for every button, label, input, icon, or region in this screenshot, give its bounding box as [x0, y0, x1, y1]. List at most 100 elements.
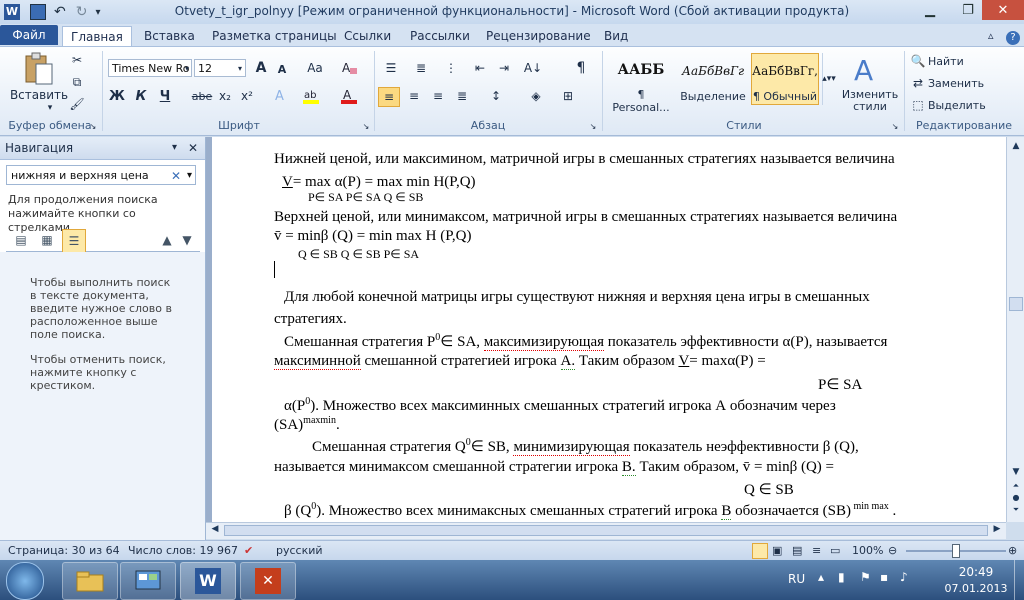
- increase-indent-icon[interactable]: ⇥: [494, 59, 514, 77]
- paragraph-launcher-icon[interactable]: ↘: [588, 121, 598, 131]
- help-icon[interactable]: ?: [998, 26, 1024, 46]
- styles-scroll-icon[interactable]: ▴▾▾: [822, 53, 836, 105]
- tray-expand-icon[interactable]: ▴: [818, 570, 824, 584]
- powerpoint-taskbar-icon[interactable]: ✕: [240, 562, 296, 600]
- align-left-icon[interactable]: ≡: [378, 87, 400, 107]
- font-color-icon[interactable]: A: [338, 87, 360, 105]
- full-screen-view-icon[interactable]: ▣: [772, 544, 782, 557]
- find-icon[interactable]: 🔍: [910, 53, 926, 69]
- clear-formatting-icon[interactable]: A: [340, 59, 360, 77]
- change-styles-button[interactable]: Изменить стили: [840, 87, 900, 115]
- volume-icon[interactable]: ♪: [900, 570, 908, 584]
- language-indicator[interactable]: русский: [276, 544, 323, 557]
- replace-icon[interactable]: ⇄: [910, 75, 926, 91]
- scroll-left-icon[interactable]: ◀: [208, 524, 222, 538]
- sort-icon[interactable]: A↓: [522, 59, 544, 77]
- explorer-taskbar-icon[interactable]: [62, 562, 118, 600]
- font-launcher-icon[interactable]: ↘: [361, 121, 371, 131]
- style-normal[interactable]: АаБбВвГг, ¶ Обычный: [751, 53, 819, 105]
- justify-icon[interactable]: ≣: [452, 87, 472, 105]
- align-center-icon[interactable]: ≡: [404, 87, 424, 105]
- shrink-font-icon[interactable]: A: [274, 61, 290, 77]
- tab-review[interactable]: Рецензирование: [478, 26, 599, 46]
- text-effects-icon[interactable]: A: [272, 87, 292, 105]
- show-desktop-button[interactable]: [1014, 560, 1024, 600]
- print-layout-view-icon[interactable]: [752, 543, 768, 559]
- numbering-icon[interactable]: ≣: [410, 59, 432, 77]
- hscroll-thumb[interactable]: [224, 525, 988, 536]
- horizontal-scrollbar[interactable]: ◀ ▶: [206, 522, 1006, 539]
- select-icon[interactable]: ⬚: [910, 97, 926, 113]
- tab-file[interactable]: Файл: [0, 25, 58, 45]
- multilevel-list-icon[interactable]: ⋮: [440, 59, 462, 77]
- scroll-down-icon[interactable]: ▼: [1009, 467, 1023, 479]
- device-icon[interactable]: ▪: [880, 570, 888, 584]
- copy-icon[interactable]: ⧉: [68, 73, 86, 91]
- replace-button[interactable]: Заменить: [928, 75, 988, 91]
- format-painter-icon[interactable]: 🖌: [68, 95, 86, 113]
- next-result-icon[interactable]: ▼: [176, 229, 198, 251]
- superscript-button[interactable]: x²: [238, 87, 256, 105]
- shading-icon[interactable]: ◈: [524, 87, 548, 105]
- change-styles-icon[interactable]: A: [850, 53, 886, 87]
- nav-menu-icon[interactable]: ▾: [172, 137, 177, 159]
- paste-dropdown-icon[interactable]: ▾: [42, 101, 58, 115]
- zoom-out-icon[interactable]: ⊖: [888, 544, 897, 557]
- paste-button[interactable]: Вставить: [10, 87, 68, 103]
- underline-button[interactable]: Ч: [156, 87, 174, 105]
- word-count[interactable]: Число слов: 19 967: [128, 544, 238, 557]
- line-spacing-icon[interactable]: ↕: [484, 87, 508, 105]
- outline-view-icon[interactable]: ≡: [812, 544, 821, 557]
- clock-date[interactable]: 07.01.2013: [940, 582, 1012, 595]
- bold-button[interactable]: Ж: [108, 87, 126, 105]
- highlight-icon[interactable]: ab: [300, 87, 322, 105]
- change-case-button[interactable]: Aa: [304, 59, 326, 77]
- tab-home[interactable]: Главная: [62, 26, 132, 47]
- align-right-icon[interactable]: ≡: [428, 87, 448, 105]
- strikethrough-button[interactable]: abe: [190, 87, 214, 105]
- tab-references[interactable]: Ссылки: [336, 26, 399, 46]
- headings-tab-icon[interactable]: ▤: [10, 229, 32, 251]
- bullets-icon[interactable]: ☰: [380, 59, 402, 77]
- borders-icon[interactable]: ⊞: [556, 87, 580, 105]
- font-name-dropdown-icon[interactable]: ▾: [182, 60, 192, 76]
- search-options-icon[interactable]: ▾: [187, 166, 192, 186]
- control-panel-taskbar-icon[interactable]: [120, 562, 176, 600]
- clock-time[interactable]: 20:49: [944, 565, 1008, 579]
- web-layout-view-icon[interactable]: ▤: [792, 544, 802, 557]
- previous-page-icon[interactable]: ⏶: [1009, 481, 1023, 493]
- italic-button[interactable]: К: [132, 87, 150, 105]
- style-personal[interactable]: ААББ ¶ Personal...: [607, 53, 675, 114]
- results-tab-icon[interactable]: ☰: [62, 229, 86, 253]
- font-size-dropdown-icon[interactable]: ▾: [235, 60, 245, 76]
- document-page[interactable]: Нижней ценой, или максимином, матричной …: [212, 137, 1006, 522]
- scroll-right-icon[interactable]: ▶: [990, 524, 1004, 538]
- page-indicator[interactable]: Страница: 30 из 64: [8, 544, 120, 557]
- zoom-level[interactable]: 100%: [852, 544, 883, 557]
- cut-icon[interactable]: ✂: [68, 51, 86, 69]
- grow-font-icon[interactable]: A: [252, 59, 270, 77]
- network-icon[interactable]: ▮: [838, 570, 845, 584]
- select-button[interactable]: Выделить: [928, 97, 988, 113]
- tab-mailings[interactable]: Рассылки: [402, 26, 478, 46]
- paste-icon[interactable]: [18, 51, 58, 87]
- subscript-button[interactable]: x₂: [216, 87, 234, 105]
- draft-view-icon[interactable]: ▭: [830, 544, 840, 557]
- find-button[interactable]: Найти: [928, 53, 988, 69]
- tab-page-layout[interactable]: Разметка страницы: [204, 26, 345, 46]
- nav-search-input[interactable]: нижняя и верхняя цена ✕ ▾: [6, 165, 196, 185]
- start-button-icon[interactable]: [6, 562, 44, 600]
- show-formatting-icon[interactable]: ¶: [572, 59, 590, 77]
- zoom-in-icon[interactable]: ⊕: [1008, 544, 1017, 557]
- browse-object-icon[interactable]: ●: [1009, 493, 1023, 505]
- keyboard-language[interactable]: RU: [788, 572, 805, 586]
- scroll-up-icon[interactable]: ▲: [1009, 141, 1023, 155]
- word-taskbar-icon[interactable]: W: [180, 562, 236, 600]
- proofing-icon[interactable]: ✔: [244, 544, 253, 557]
- clear-search-icon[interactable]: ✕: [171, 166, 181, 186]
- action-center-icon[interactable]: ⚑: [860, 570, 871, 584]
- pages-tab-icon[interactable]: ▦: [36, 229, 58, 251]
- font-name-combo[interactable]: Times New Ro: [108, 59, 192, 77]
- previous-result-icon[interactable]: ▲: [156, 229, 178, 251]
- styles-launcher-icon[interactable]: ↘: [890, 121, 900, 131]
